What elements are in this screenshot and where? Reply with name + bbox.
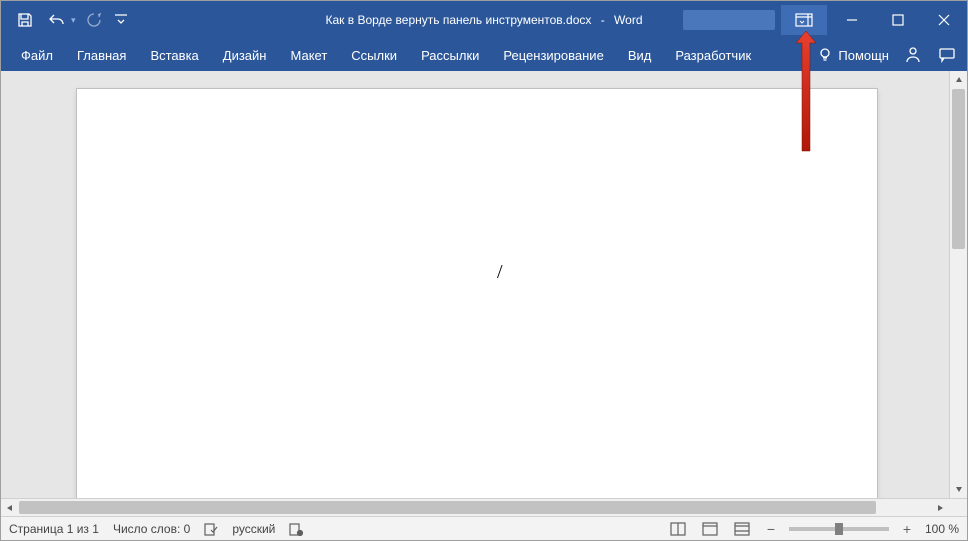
comments-button[interactable] bbox=[937, 45, 957, 65]
close-icon bbox=[938, 14, 950, 26]
save-button[interactable] bbox=[11, 6, 39, 34]
page-number-label: Страница 1 из 1 bbox=[9, 522, 99, 536]
tab-mailings[interactable]: Рассылки bbox=[409, 39, 491, 71]
hscroll-thumb[interactable] bbox=[19, 501, 876, 514]
spell-check-icon bbox=[204, 522, 218, 536]
minimize-icon bbox=[846, 14, 858, 26]
zoom-out-button[interactable]: − bbox=[763, 521, 779, 537]
ribbon-right-tools: Помощн bbox=[818, 45, 967, 65]
horizontal-scrollbar[interactable] bbox=[1, 498, 967, 516]
window-controls bbox=[683, 1, 967, 39]
zoom-slider-handle[interactable] bbox=[835, 523, 843, 535]
tab-insert[interactable]: Вставка bbox=[138, 39, 210, 71]
maximize-button[interactable] bbox=[875, 1, 921, 39]
app-name: Word bbox=[614, 13, 642, 27]
status-right-group: − + 100 % bbox=[667, 520, 959, 538]
ribbon-display-options-button[interactable] bbox=[781, 5, 827, 35]
text-cursor: / bbox=[497, 261, 503, 284]
macro-record-icon bbox=[289, 522, 303, 536]
share-button[interactable] bbox=[903, 45, 923, 65]
tab-review[interactable]: Рецензирование bbox=[491, 39, 615, 71]
print-layout-button[interactable] bbox=[699, 520, 721, 538]
maximize-icon bbox=[892, 14, 904, 26]
redo-icon bbox=[86, 12, 102, 28]
customize-qat-icon bbox=[113, 12, 129, 28]
titlebar: ▾ Как в Ворде вернуть панель инструменто… bbox=[1, 1, 967, 39]
quick-access-toolbar: ▾ bbox=[1, 6, 130, 34]
ribbon-tabs: Файл Главная Вставка Дизайн Макет Ссылки… bbox=[1, 39, 967, 71]
zoom-percent[interactable]: 100 % bbox=[925, 522, 959, 536]
tab-references[interactable]: Ссылки bbox=[339, 39, 409, 71]
read-mode-button[interactable] bbox=[667, 520, 689, 538]
spell-check-status[interactable] bbox=[204, 522, 218, 536]
scroll-corner bbox=[949, 499, 967, 516]
undo-button[interactable] bbox=[43, 6, 71, 34]
tab-home[interactable]: Главная bbox=[65, 39, 138, 71]
tell-me-label: Помощн bbox=[838, 48, 889, 63]
language-label: русский bbox=[232, 522, 275, 536]
redo-button[interactable] bbox=[80, 6, 108, 34]
undo-icon bbox=[49, 12, 65, 28]
document-area[interactable]: / bbox=[1, 71, 949, 498]
web-layout-icon bbox=[734, 522, 750, 536]
page-number-status[interactable]: Страница 1 из 1 bbox=[9, 522, 99, 536]
word-count-label: Число слов: 0 bbox=[113, 522, 190, 536]
vertical-scrollbar[interactable] bbox=[949, 71, 967, 498]
tab-layout[interactable]: Макет bbox=[278, 39, 339, 71]
ribbon-display-options-icon bbox=[795, 13, 813, 27]
vscroll-thumb[interactable] bbox=[952, 89, 965, 249]
scroll-down-button[interactable] bbox=[950, 480, 967, 498]
vscroll-track[interactable] bbox=[950, 89, 967, 480]
document-page[interactable] bbox=[77, 89, 877, 498]
scroll-left-button[interactable] bbox=[1, 499, 19, 516]
status-bar: Страница 1 из 1 Число слов: 0 русский − bbox=[1, 516, 967, 540]
tab-view[interactable]: Вид bbox=[616, 39, 664, 71]
share-icon bbox=[904, 46, 922, 64]
scroll-up-button[interactable] bbox=[950, 71, 967, 89]
zoom-slider[interactable] bbox=[789, 527, 889, 531]
hscroll-track[interactable] bbox=[19, 499, 931, 516]
word-window: ▾ Как в Ворде вернуть панель инструменто… bbox=[0, 0, 968, 541]
tab-design[interactable]: Дизайн bbox=[211, 39, 279, 71]
title-separator: - bbox=[601, 13, 605, 27]
account-area[interactable] bbox=[683, 10, 775, 30]
scroll-right-button[interactable] bbox=[931, 499, 949, 516]
word-count-status[interactable]: Число слов: 0 bbox=[113, 522, 190, 536]
tab-file[interactable]: Файл bbox=[9, 39, 65, 71]
tab-developer[interactable]: Разработчик bbox=[663, 39, 763, 71]
title-text: Как в Ворде вернуть панель инструментов.… bbox=[325, 13, 642, 27]
document-name: Как в Ворде вернуть панель инструментов.… bbox=[325, 13, 591, 27]
customize-qat-button[interactable] bbox=[112, 6, 130, 34]
web-layout-button[interactable] bbox=[731, 520, 753, 538]
tell-me-search[interactable]: Помощн bbox=[818, 48, 889, 63]
macro-record-status[interactable] bbox=[289, 522, 303, 536]
zoom-in-button[interactable]: + bbox=[899, 521, 915, 537]
print-layout-icon bbox=[702, 522, 718, 536]
close-button[interactable] bbox=[921, 1, 967, 39]
comments-icon bbox=[938, 46, 956, 64]
undo-dropdown-icon[interactable]: ▾ bbox=[71, 15, 76, 26]
bulb-icon bbox=[818, 48, 832, 62]
save-icon bbox=[17, 12, 33, 28]
workspace: / bbox=[1, 71, 967, 498]
read-mode-icon bbox=[670, 522, 686, 536]
minimize-button[interactable] bbox=[829, 1, 875, 39]
language-status[interactable]: русский bbox=[232, 522, 275, 536]
